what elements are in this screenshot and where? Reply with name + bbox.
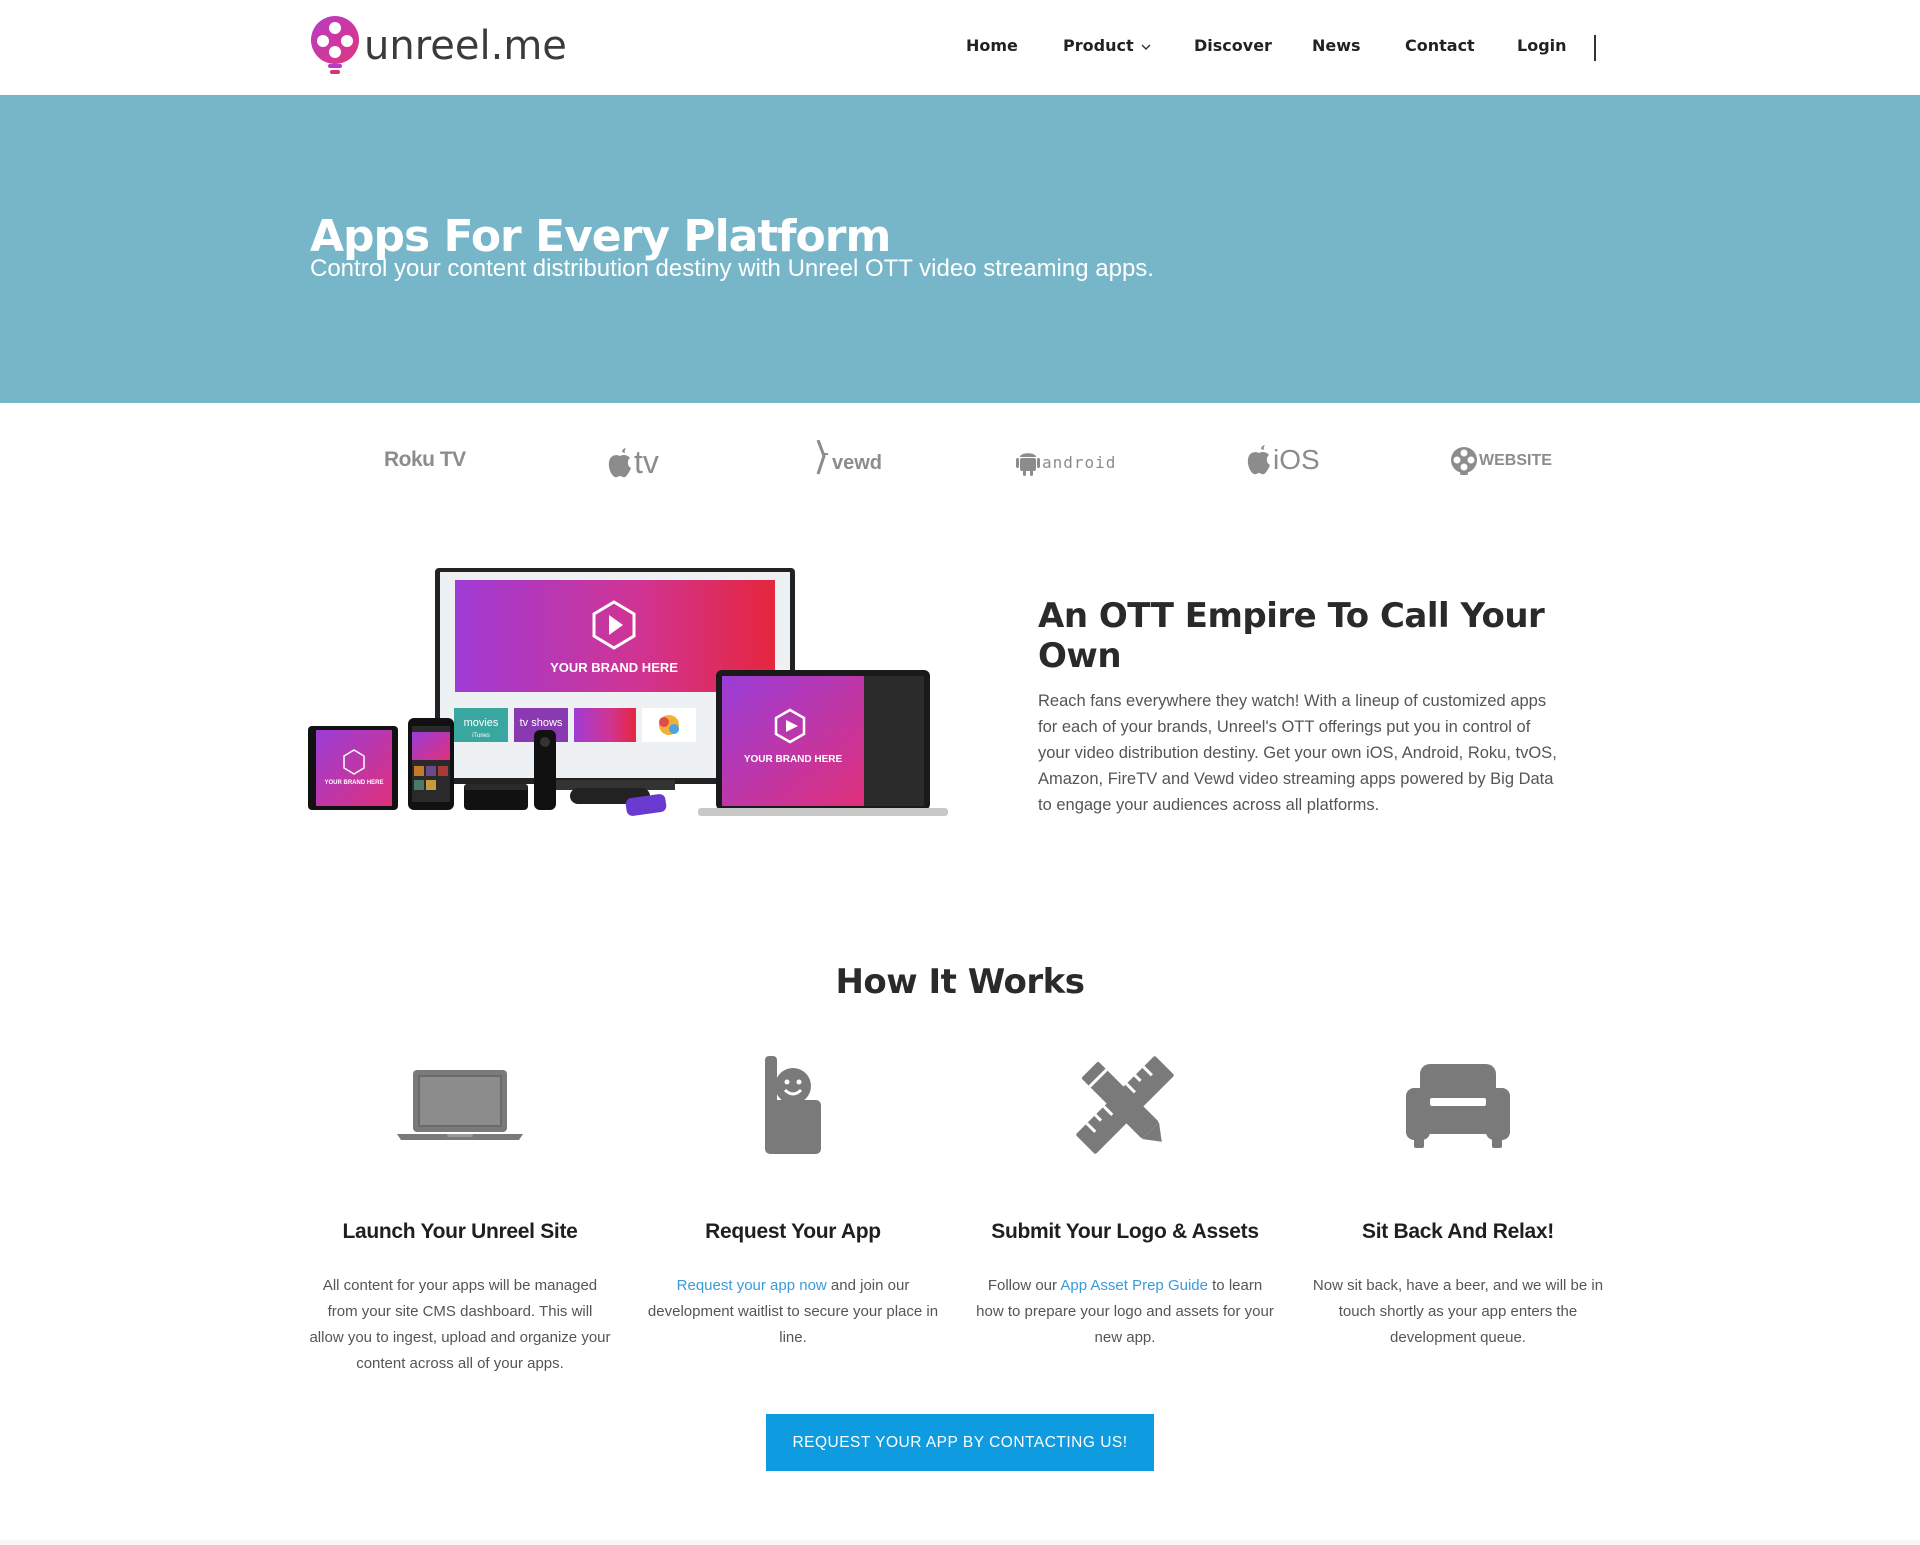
android-label: android [1042,452,1117,472]
platform-appletv-logo: tv [607,444,659,481]
step-description: Now sit back, have a beer, and we will b… [1312,1277,1604,1346]
tablet-brand-label: YOUR BRAND HERE [324,780,383,786]
ott-section-body: Reach fans everywhere they watch! With a… [1038,692,1557,814]
step-relax: Sit Back And Relax! Now sit back, have a… [1303,1050,1613,1351]
step-description: Follow our App Asset Prep Guide to learn… [970,1273,1280,1351]
nav-discover[interactable]: Discover [1194,36,1272,55]
hero-banner: Apps For Every Platform Control your con… [0,95,1920,403]
request-app-link[interactable]: Request your app now [677,1277,827,1294]
website-label: WEBSITE [1479,452,1552,469]
step-title: Sit Back And Relax! [1362,1220,1554,1243]
step-description: All content for your apps will be manage… [309,1277,611,1372]
request-app-cta-button[interactable]: REQUEST YOUR APP BY CONTACTING US! [766,1414,1154,1471]
how-it-works-title: How It Works [835,962,1085,1002]
platform-website-logo: WEBSITE [1450,446,1552,476]
site-header: unreel.me Home Product Discover News Con… [0,0,1920,95]
ott-section-title: An OTT Empire To Call Your Own [1038,596,1545,676]
site-logo[interactable]: unreel.me [310,14,567,78]
devices-illustration: YOUR BRAND HERE movies iTunes tv shows Y… [308,562,948,824]
nav-news[interactable]: News [1312,36,1361,55]
tile-movies-sub: iTunes [472,733,490,739]
android-robot-icon [1016,453,1040,476]
laptop-icon [305,1050,615,1160]
nav-login[interactable]: Login [1517,36,1567,55]
laptop-brand-label: YOUR BRAND HERE [744,754,843,765]
tv-brand-label: YOUR BRAND HERE [550,660,678,675]
step-launch-site: Launch Your Unreel Site All content for … [305,1050,615,1377]
nav-contact[interactable]: Contact [1405,36,1475,55]
roku-label: Roku TV [384,448,466,471]
asset-guide-link[interactable]: App Asset Prep Guide [1060,1277,1208,1294]
hero-subtitle: Control your content distribution destin… [310,255,1154,282]
platform-vewd-logo: vewd [816,440,882,476]
appletv-label: tv [634,444,659,480]
platform-ios-logo: iOS [1246,444,1320,476]
ruler-pencil-icon [970,1050,1280,1160]
nav-product[interactable]: Product [1063,36,1151,55]
step-submit-assets: Submit Your Logo & Assets Follow our App… [970,1050,1280,1351]
step-description: Request your app now and join our develo… [638,1273,948,1351]
platform-roku-logo: Roku TV [384,448,466,472]
vewd-mark-icon [816,440,828,475]
devices-mockup: YOUR BRAND HERE movies iTunes tv shows Y… [308,568,948,816]
nav-home[interactable]: Home [966,36,1018,55]
nav-product-label: Product [1063,36,1134,55]
step-title: Submit Your Logo & Assets [991,1220,1259,1243]
step-title: Request Your App [705,1220,881,1243]
sofa-icon [1303,1050,1613,1160]
tile-movies: movies [464,717,499,729]
step-description-pre: Follow our [987,1277,1061,1294]
step-request-app: Request Your App Request your app now an… [638,1050,948,1351]
step-title: Launch Your Unreel Site [342,1220,578,1243]
hand-icon [638,1050,948,1160]
vewd-label: vewd [832,451,883,474]
film-reel-icon [1451,447,1477,475]
tile-tvshows: tv shows [520,717,563,729]
chevron-down-icon [1141,44,1151,50]
footer-divider [0,1540,1920,1545]
film-reel-logo-icon [311,16,359,74]
logo-wordmark: unreel.me [364,23,567,69]
apple-icon [608,447,631,477]
platform-android-logo: android [1016,448,1116,476]
nav-divider [1594,35,1596,61]
ios-label: iOS [1273,444,1320,475]
apple-icon [1247,445,1270,475]
